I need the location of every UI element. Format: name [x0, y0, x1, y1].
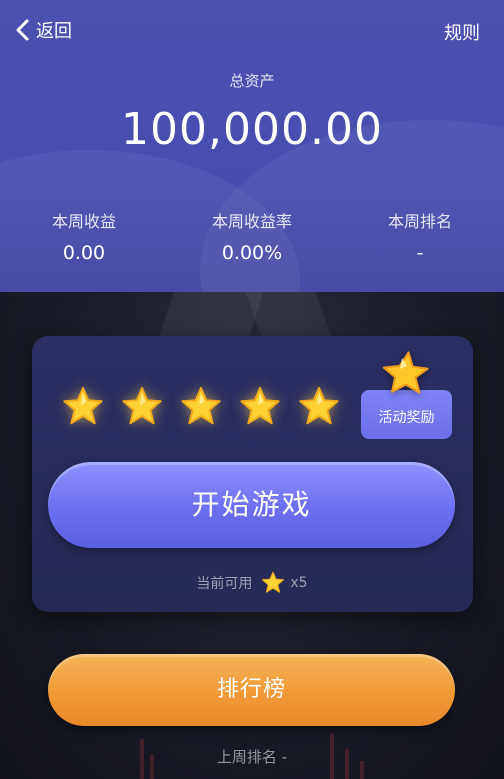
stat-value: 0.00	[62, 242, 106, 264]
back-label: 返回	[36, 21, 72, 42]
chevron-left-icon	[12, 18, 34, 42]
back-button[interactable]: 返回	[12, 17, 72, 43]
stat-value: -	[416, 242, 424, 264]
star-icon	[181, 386, 221, 425]
stat-value: 0.00%	[221, 242, 283, 264]
star-icon	[122, 386, 162, 425]
available-label: 当前可用	[196, 576, 253, 592]
last-week-rank: 上周排名 -	[216, 748, 288, 766]
stat-weekly-profit: 本周收益 0.00	[0, 210, 168, 264]
stat-label: 本周收益率	[211, 212, 292, 231]
available-count: x5	[290, 575, 308, 591]
star-icon	[63, 386, 103, 425]
stat-weekly-return: 本周收益率 0.00%	[168, 210, 336, 264]
star-icon	[262, 571, 285, 593]
available-stars: 当前可用 x5	[0, 570, 504, 596]
assets-header: 返回 规则 总资产 100,000.00 本周收益 0.00 本周收益率 0.0…	[0, 0, 504, 292]
stat-label: 本周排名	[387, 212, 452, 231]
reward-star-icon	[382, 351, 429, 394]
total-assets-label: 总资产	[229, 72, 275, 90]
rules-button[interactable]: 规则	[444, 19, 480, 45]
start-game-button[interactable]: 开始游戏	[48, 462, 455, 548]
total-assets-value: 100,000.00	[121, 104, 383, 155]
stat-weekly-rank: 本周排名 -	[336, 210, 504, 264]
star-icon	[299, 386, 339, 425]
stars-row	[60, 384, 355, 430]
ranking-button[interactable]: 排行榜	[48, 654, 455, 726]
game-page: 返回 规则 总资产 100,000.00 本周收益 0.00 本周收益率 0.0…	[0, 0, 504, 779]
stat-label: 本周收益	[51, 212, 116, 231]
weekly-stats: 本周收益 0.00 本周收益率 0.00% 本周排名 -	[0, 210, 504, 264]
star-icon	[240, 386, 280, 425]
